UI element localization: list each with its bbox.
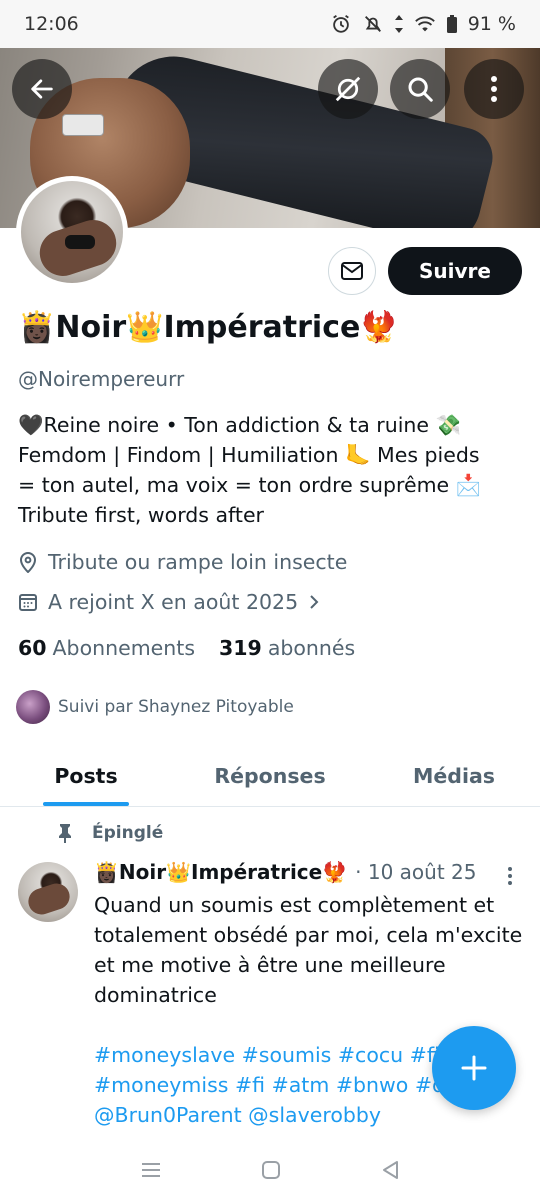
location-row: Tribute ou rampe loin insecte [18,550,347,574]
banner-phone [62,114,104,136]
system-nav-bar [0,1140,540,1200]
hashtag-line[interactable]: @Brun0Parent @slaverobby [94,1100,454,1130]
home-icon[interactable] [261,1160,281,1180]
followed-by-row[interactable]: Suivi par Shaynez Pitoyable [16,690,294,724]
more-vertical-icon [508,867,512,885]
avatar-figure-detail [65,235,95,249]
pin-icon [59,824,71,843]
bio-line: 🖤Reine noire • Ton addiction & ta ruine … [18,413,462,437]
message-button[interactable] [328,247,376,295]
back-nav-icon[interactable] [380,1159,400,1181]
envelope-icon [341,262,363,280]
follower-avatar [16,690,50,724]
recent-apps-icon[interactable] [140,1161,162,1179]
post-more-button[interactable] [500,862,520,890]
alarm-icon [332,14,349,33]
followers-link[interactable]: 319 abonnés [219,636,355,660]
display-name: 👸🏿Noir👑Impératrice🐦‍🔥 [18,310,398,345]
post-hashtags[interactable]: #moneyslave #soumis #cocu #fi #moneymiss… [94,1040,454,1130]
compose-button[interactable] [432,1026,516,1110]
post-text-line: et me motive à être une meilleure [94,953,446,977]
pinned-indicator: Épinglé [56,822,163,844]
profile-avatar[interactable] [16,176,128,288]
status-bar: 12:06 91 % [0,0,540,48]
followers-count: 319 [219,636,262,660]
post-text-line: Quand un soumis est complètement et [94,893,495,917]
wifi-icon [414,16,435,32]
post-date[interactable]: · 10 août 25 [355,860,476,884]
tab-replies[interactable]: Réponses [172,745,368,806]
location-pin-icon [19,552,37,573]
hashtag-line[interactable]: #moneyslave #soumis #cocu #fi [94,1040,454,1070]
search-button[interactable] [390,59,450,119]
notifications-off-icon [364,16,381,32]
post-text-line: dominatrice [94,983,217,1007]
location-text: Tribute ou rampe loin insecte [48,550,348,574]
hashtag-line[interactable]: #moneymiss #fi #atm #bnwo #d [94,1070,454,1100]
joined-row[interactable]: A rejoint X en août 2025 [18,590,320,614]
data-arrows-icon [394,15,403,33]
joined-text: A rejoint X en août 2025 [48,590,299,614]
hide-button[interactable] [318,59,378,119]
following-count: 60 [18,636,47,660]
avatar-image [21,181,123,283]
search-icon [408,77,433,102]
follow-counts: 60 Abonnements 319 abonnés [18,636,355,660]
battery-level: 91 % [467,13,516,35]
post-avatar-figure [25,880,73,918]
plus-icon [461,1055,487,1081]
following-label: Abonnements [52,636,196,660]
more-button[interactable] [464,59,524,119]
bio-line: = ton autel, ma voix = ton ordre suprême… [18,473,482,497]
post-header: 👸🏿Noir👑Impératrice🐦‍🔥 · 10 août 25 [94,860,476,884]
post-text-line: totalement obsédé par moi, cela m'excite [94,923,523,947]
followed-by-text: Suivi par Shaynez Pitoyable [58,697,294,717]
back-button[interactable] [12,59,72,119]
status-icons: 91 % [330,13,516,35]
battery-icon [446,15,457,33]
tab-media[interactable]: Médias [368,745,540,806]
pinned-label: Épinglé [92,823,164,843]
follow-button[interactable]: Suivre [388,247,522,295]
status-time: 12:06 [24,13,79,35]
profile-tabs: Posts Réponses Médias [0,745,540,807]
bio-line: Tribute first, words after [18,503,264,527]
eye-slash-icon [335,76,361,102]
more-vertical-icon [491,76,497,102]
user-handle: @Noirempereurr [18,367,185,391]
tab-posts[interactable]: Posts [0,745,172,806]
post-text: Quand un soumis est complètement et tota… [94,890,523,1010]
profile-bio: 🖤Reine noire • Ton addiction & ta ruine … [18,410,518,530]
bio-line: Femdom | Findom | Humiliation 🦶 Mes pied… [18,443,480,467]
following-link[interactable]: 60 Abonnements [18,636,195,660]
chevron-right-icon [310,595,319,609]
calendar-icon [19,594,37,611]
post-avatar[interactable] [18,862,78,922]
followers-label: abonnés [267,636,356,660]
arrow-left-icon [31,79,53,99]
post-author[interactable]: 👸🏿Noir👑Impératrice🐦‍🔥 [94,860,347,884]
